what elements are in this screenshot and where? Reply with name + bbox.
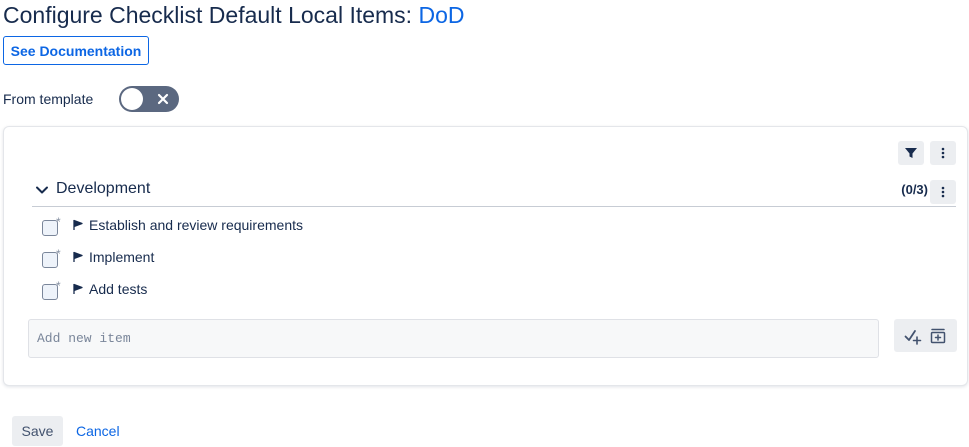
cancel-link[interactable]: Cancel [76,423,120,439]
from-template-toggle[interactable] [119,86,180,112]
card-more-button[interactable] [930,141,956,165]
checklist-item: * Add tests [42,277,542,301]
add-new-item-input[interactable] [28,319,879,358]
item-label[interactable]: Add tests [89,281,147,297]
flag-icon [73,283,83,294]
add-item-actions [894,319,957,352]
see-documentation-button[interactable]: See Documentation [3,36,149,65]
section-more-button[interactable] [930,180,956,204]
filter-button[interactable] [898,141,924,165]
save-button[interactable]: Save [12,416,63,446]
mandatory-asterisk-icon: * [56,247,61,261]
item-checkbox[interactable]: * [42,280,61,300]
from-template-label: From template [3,91,94,107]
item-checkbox[interactable]: * [42,216,61,236]
item-checkbox[interactable]: * [42,248,61,268]
section-title: Development [56,180,151,197]
page-title-prefix: Configure Checklist Default Local Items: [3,2,419,28]
from-template-row: From template [3,86,180,112]
flag-icon [73,219,83,230]
page-title: Configure Checklist Default Local Items:… [3,1,464,29]
section-progress-count: (0/3) [901,182,928,197]
flag-icon [73,251,83,262]
close-icon [158,93,169,105]
checklist-item: * Establish and review requirements [42,213,542,237]
more-vertical-icon [941,147,945,159]
section-header-development: Development (0/3) [32,176,956,207]
add-section-icon[interactable] [929,327,947,345]
mandatory-asterisk-icon: * [56,215,61,229]
filter-icon [905,148,917,158]
chevron-down-icon[interactable] [34,182,50,198]
toggle-knob [121,88,144,110]
item-label[interactable]: Establish and review requirements [89,217,303,233]
checklist-item: * Implement [42,245,542,269]
item-label[interactable]: Implement [89,249,154,265]
checklist-card: Development (0/3) * Establish and review… [3,126,968,386]
more-vertical-icon [941,186,945,198]
page-title-accent: DoD [418,2,465,28]
add-checklist-item-icon[interactable] [904,327,922,345]
mandatory-asterisk-icon: * [56,279,61,293]
